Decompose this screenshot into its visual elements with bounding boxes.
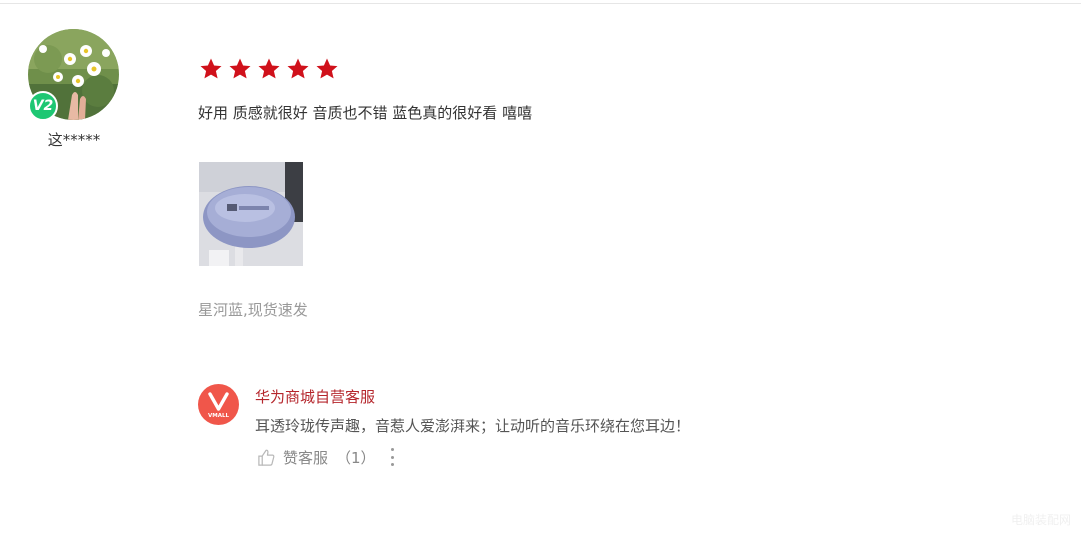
star-icon — [229, 58, 251, 79]
star-icon — [258, 58, 280, 79]
merchant-name[interactable]: 华为商城自营客服 — [255, 386, 375, 407]
like-count: （1） — [336, 448, 376, 467]
product-variant: 星河蓝,现货速发 — [198, 301, 308, 319]
reply-actions: 赞客服 （1） — [257, 446, 396, 468]
like-merchant-button[interactable]: 赞客服 — [283, 447, 328, 468]
review-photo-thumbnail[interactable] — [199, 162, 303, 266]
vmall-logo-text: VMALL — [208, 413, 229, 419]
star-icon — [316, 58, 338, 79]
more-vertical-icon[interactable] — [390, 448, 396, 466]
star-icon — [287, 58, 309, 79]
username: 这***** — [47, 131, 101, 149]
earbuds-case-photo — [199, 162, 303, 266]
vip-badge-icon: V2 — [28, 91, 58, 121]
star-icon — [200, 58, 222, 79]
review-text: 好用 质感就很好 音质也不错 蓝色真的很好看 嘻嘻 — [198, 104, 533, 122]
merchant-reply-text: 耳透玲珑传声趣，音惹人爱澎湃来；让动听的音乐环绕在您耳边！ — [255, 417, 691, 435]
watermark: 电脑装配网 — [1010, 513, 1071, 527]
review-page: V2 这***** 好用 质感就很好 音质也不错 蓝色真的很好看 嘻嘻 星河蓝,… — [0, 0, 1081, 547]
vmall-logo-icon: VMALL — [198, 384, 239, 425]
divider — [0, 3, 1081, 4]
thumbs-up-icon[interactable] — [257, 448, 276, 467]
star-rating — [199, 57, 339, 81]
